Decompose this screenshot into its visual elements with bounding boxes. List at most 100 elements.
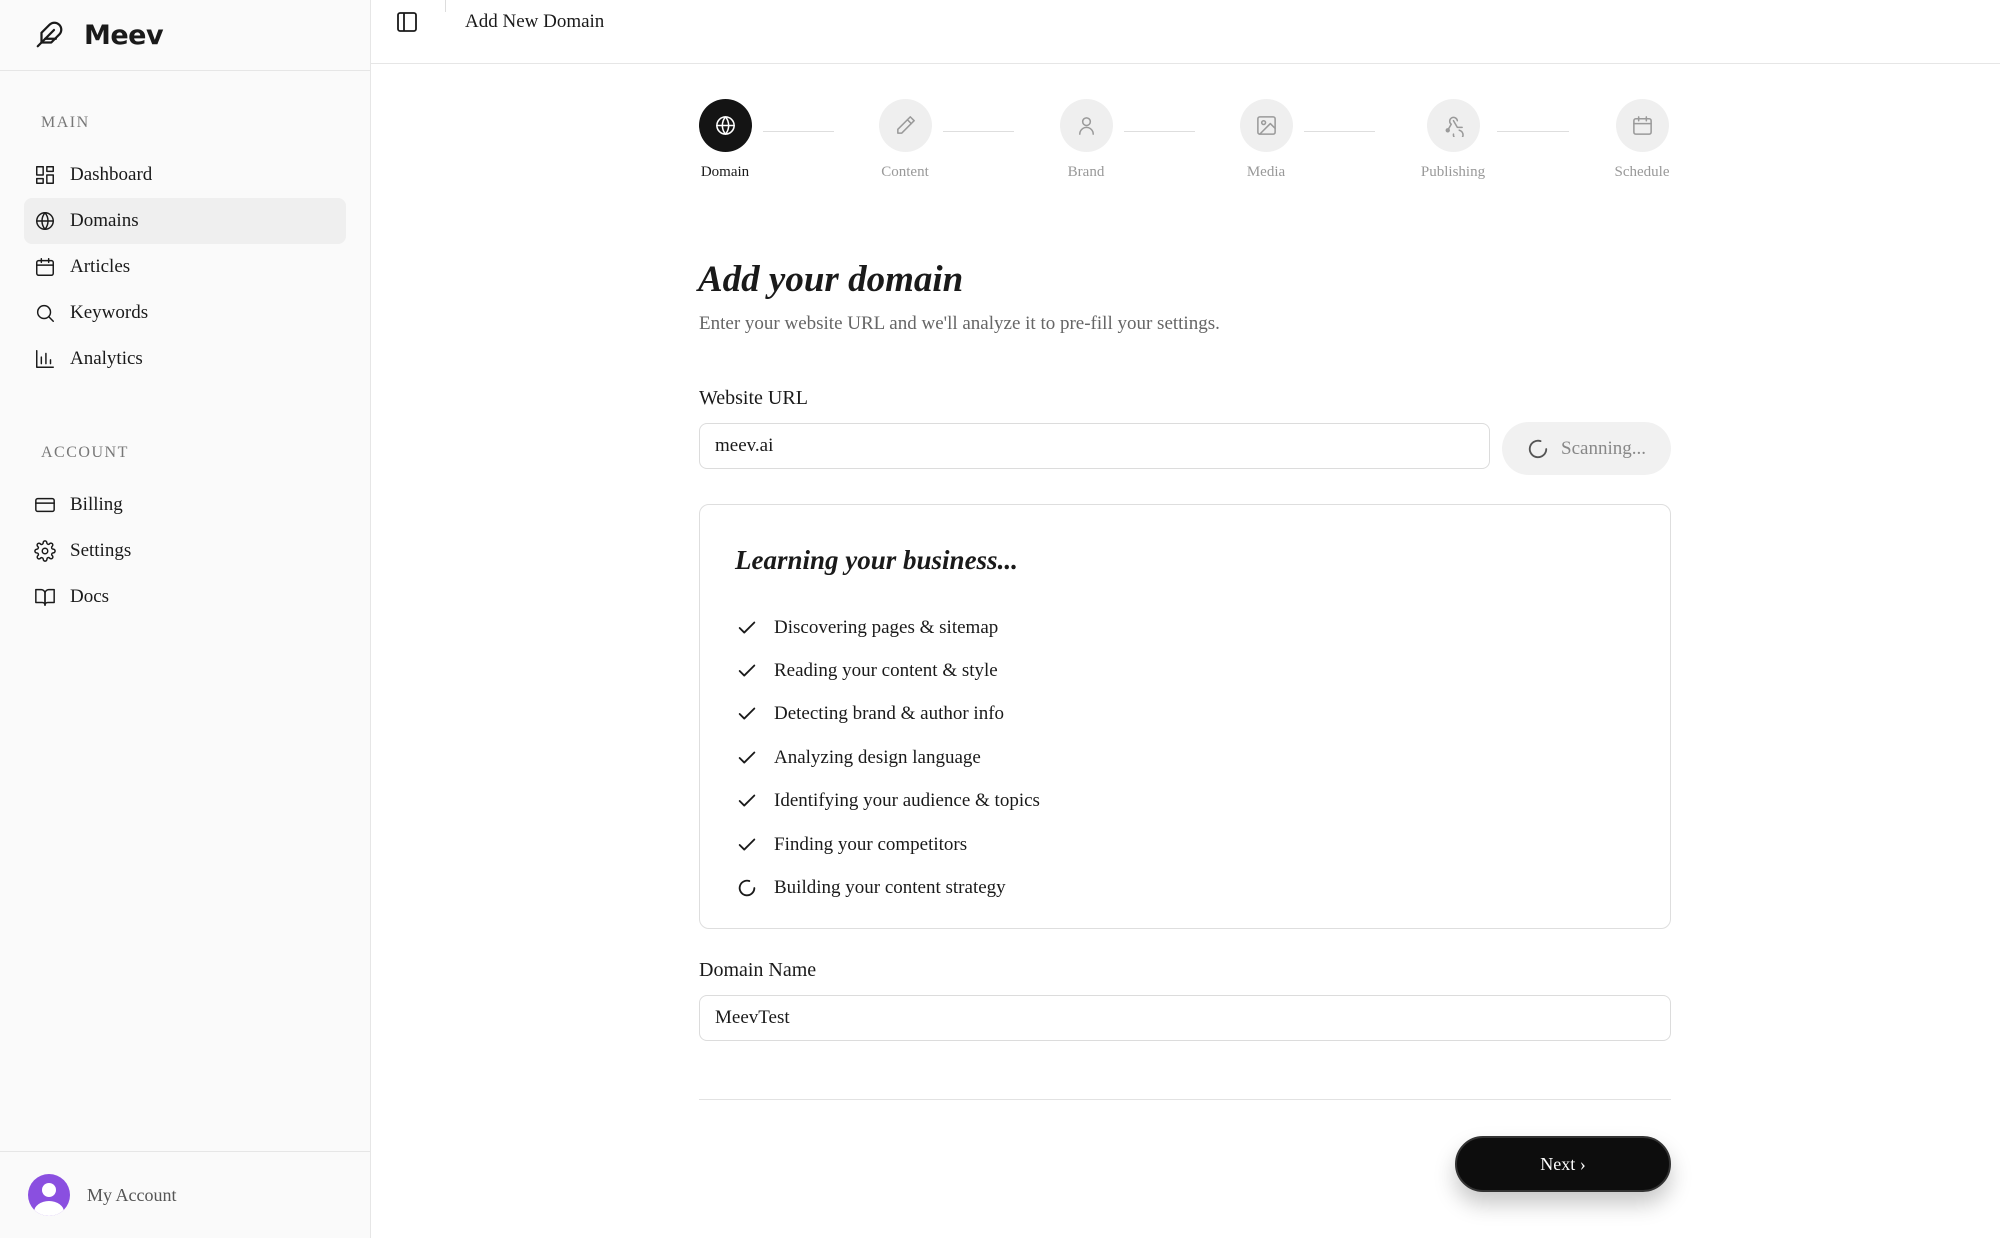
step-connector (1497, 131, 1569, 132)
sidebar-item-label: Domains (70, 210, 139, 231)
step-circle (1059, 99, 1113, 152)
website-url-label: Website URL (699, 387, 808, 409)
step-circle (1615, 99, 1669, 152)
topbar: Add New Domain (371, 0, 2000, 64)
scan-button[interactable]: Scanning... (1502, 422, 1671, 475)
step-connector (943, 131, 1014, 132)
calendar-icon (1632, 116, 1652, 135)
check-icon (738, 794, 756, 807)
webhook-icon (1445, 116, 1464, 137)
sidebar-toggle-button[interactable] (395, 10, 421, 36)
task-item: Detecting brand & author info (736, 693, 1040, 736)
step-domain[interactable]: Domain (665, 99, 785, 181)
globe-icon (715, 116, 735, 135)
step-label: Domain (700, 164, 750, 180)
pencil-icon (896, 116, 915, 134)
learning-card: Learning your business... Discovering pa… (699, 504, 1671, 929)
step-label: Content (881, 164, 929, 180)
main-nav: Dashboard Domains Articles Keywords Anal… (24, 152, 346, 382)
task-item: Identifying your audience & topics (736, 780, 1040, 823)
step-connector (1304, 131, 1375, 132)
sidebar-item-domains[interactable]: Domains (24, 198, 346, 244)
image-icon (1256, 116, 1276, 135)
task-item: Building your content strategy (736, 866, 1040, 909)
step-circle (1426, 99, 1480, 152)
task-label: Finding your competitors (774, 833, 968, 855)
scan-button-label: Scanning... (1561, 437, 1646, 459)
task-item: Finding your competitors (736, 823, 1040, 866)
credit-card-icon (35, 497, 55, 513)
step-brand[interactable]: Brand (1026, 99, 1146, 181)
topbar-divider (445, 0, 446, 12)
feather-logo-icon (36, 21, 63, 48)
task-label: Reading your content & style (774, 660, 998, 682)
sidebar-item-billing[interactable]: Billing (24, 482, 346, 528)
step-publishing[interactable]: Publishing (1393, 99, 1513, 181)
step-circle (1239, 99, 1293, 152)
user-icon (1078, 117, 1094, 135)
task-item: Discovering pages & sitemap (736, 606, 1040, 649)
step-media[interactable]: Media (1206, 99, 1326, 181)
calendar-icon (36, 258, 54, 276)
account-label: My Account (87, 1184, 177, 1205)
avatar (28, 1174, 70, 1216)
dashboard-icon (36, 166, 54, 184)
check-icon (738, 708, 756, 720)
search-icon (36, 304, 54, 322)
website-url-input[interactable] (699, 423, 1490, 469)
panel-left-icon (397, 12, 417, 32)
page-title: Add New Domain (465, 11, 605, 32)
sidebar-item-label: Billing (70, 494, 123, 515)
step-content[interactable]: Content (845, 99, 965, 181)
sidebar-item-label: Articles (70, 256, 131, 277)
step-connector (1124, 131, 1195, 132)
task-item: Analyzing design language (736, 736, 1040, 779)
step-label: Brand (1067, 164, 1105, 180)
learning-title: Learning your business... (735, 545, 1018, 575)
check-icon (738, 621, 756, 634)
check-icon (738, 664, 756, 677)
section-title-account: ACCOUNT (41, 444, 129, 461)
sidebar-item-label: Settings (70, 540, 132, 561)
step-circle (698, 99, 752, 152)
task-list: Discovering pages & sitemap Reading your… (736, 606, 1040, 910)
spinner-icon (738, 879, 756, 897)
bar-chart-icon (36, 350, 54, 368)
step-schedule[interactable]: Schedule (1582, 99, 1702, 181)
domain-name-label: Domain Name (699, 959, 817, 981)
domain-name-input[interactable] (699, 995, 1671, 1041)
task-label: Detecting brand & author info (774, 703, 1005, 725)
account-nav: Billing Settings Docs (24, 482, 346, 620)
form-heading: Add your domain (698, 259, 964, 300)
form-subtitle: Enter your website URL and we'll analyze… (699, 313, 1220, 334)
spinner-icon (1528, 439, 1548, 458)
task-label: Discovering pages & sitemap (774, 616, 999, 638)
task-label: Identifying your audience & topics (774, 790, 1040, 812)
sidebar-item-label: Docs (70, 586, 110, 607)
step-circle (878, 99, 932, 152)
sidebar-item-keywords[interactable]: Keywords (24, 290, 346, 336)
task-label: Building your content strategy (774, 877, 1006, 899)
sidebar: Meev MAIN Dashboard Domains Articles Key… (0, 0, 371, 1238)
task-item: Reading your content & style (736, 649, 1040, 692)
gear-icon (34, 540, 56, 562)
globe-icon (36, 212, 54, 230)
step-label: Publishing (1420, 164, 1486, 180)
check-icon (738, 751, 756, 764)
sidebar-item-analytics[interactable]: Analytics (24, 336, 346, 382)
account-menu[interactable]: My Account (0, 1151, 371, 1238)
next-button[interactable]: Next › (1455, 1136, 1671, 1192)
step-connector (763, 131, 834, 132)
sidebar-item-docs[interactable]: Docs (24, 574, 346, 620)
sidebar-item-dashboard[interactable]: Dashboard (24, 152, 346, 198)
sidebar-item-settings[interactable]: Settings (24, 528, 346, 574)
brand[interactable]: Meev (0, 0, 370, 71)
sidebar-item-label: Keywords (70, 302, 149, 323)
step-label: Media (1246, 164, 1286, 180)
sidebar-item-articles[interactable]: Articles (24, 244, 346, 290)
check-icon (738, 838, 756, 851)
form-divider (699, 1099, 1671, 1100)
brand-name: Meev (84, 19, 164, 51)
task-label: Analyzing design language (774, 746, 981, 768)
sidebar-item-label: Analytics (70, 348, 143, 369)
